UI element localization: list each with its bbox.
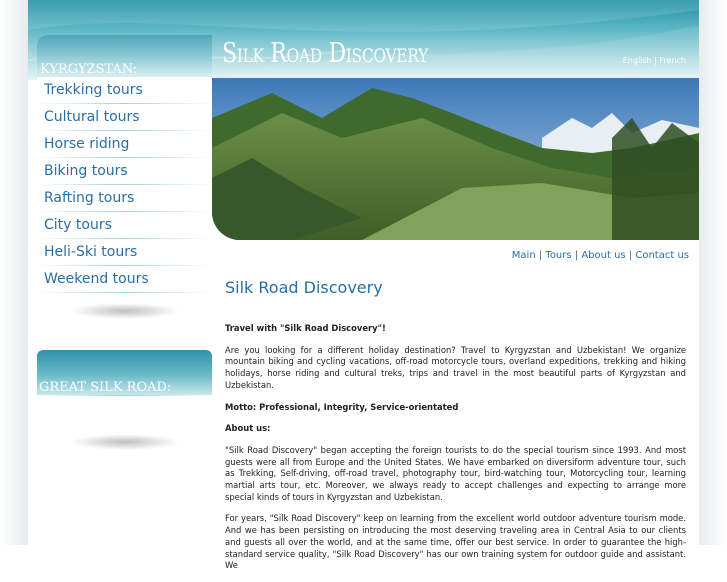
- sidebar-item-cultural-tours[interactable]: Cultural tours: [37, 104, 212, 131]
- sidebar-tours-menu: KYRGYZSTAN: Trekking tours Cultural tour…: [37, 35, 212, 300]
- site-logo[interactable]: Silk Road Discovery: [222, 38, 428, 69]
- divider: [37, 395, 212, 396]
- lang-english-link[interactable]: English: [623, 56, 652, 65]
- great-silk-road-title[interactable]: GREAT SILK ROAD:: [39, 380, 171, 395]
- main-content: Silk Road Discovery Travel with "Silk Ro…: [225, 278, 686, 582]
- sidebar-item-horse-riding[interactable]: Horse riding: [37, 131, 212, 158]
- language-switcher: English | French: [622, 56, 686, 65]
- about-paragraph-1: "Silk Road Discovery" began accepting th…: [225, 444, 686, 502]
- sidebar-item-city-tours[interactable]: City tours: [37, 212, 212, 239]
- nav-link-main[interactable]: Main: [512, 250, 536, 261]
- sidebar-item-biking-tours[interactable]: Biking tours: [37, 158, 212, 185]
- panel-shadow-decoration: [70, 434, 180, 450]
- nav-link-tours[interactable]: Tours: [545, 250, 571, 261]
- motto: Motto: Professional, Integrity, Service-…: [225, 401, 459, 412]
- sidebar-item-weekend-tours[interactable]: Weekend tours: [37, 266, 212, 293]
- sidebar-item-rafting-tours[interactable]: Rafting tours: [37, 185, 212, 212]
- sidebar-section-header: KYRGYZSTAN:: [37, 35, 212, 77]
- about-paragraph-2: For years, "Silk Road Discovery" keep on…: [225, 513, 686, 571]
- nav-link-about-us[interactable]: About us: [581, 250, 625, 261]
- top-navigation: Main | Tours | About us | Contact us: [511, 250, 689, 261]
- header-landscape-photo: [212, 78, 699, 240]
- great-silk-road-panel: GREAT SILK ROAD:: [37, 350, 212, 435]
- intro-heading: Travel with "Silk Road Discovery"!: [225, 323, 386, 333]
- page-title: Silk Road Discovery: [225, 278, 383, 297]
- page-frame-right: [699, 0, 727, 545]
- menu-shadow-decoration: [70, 303, 180, 319]
- about-heading: About us:: [225, 423, 271, 434]
- sidebar-item-heli-ski-tours[interactable]: Heli-Ski tours: [37, 239, 212, 266]
- great-silk-road-header: GREAT SILK ROAD:: [37, 350, 212, 395]
- intro-paragraph: Are you looking for a different holiday …: [225, 344, 686, 390]
- sidebar-item-trekking-tours[interactable]: Trekking tours: [37, 77, 212, 104]
- sidebar-section-title: KYRGYZSTAN:: [40, 62, 138, 77]
- nav-link-contact-us[interactable]: Contact us: [635, 250, 689, 261]
- lang-french-link[interactable]: French: [659, 56, 686, 65]
- page-frame-left: [0, 0, 28, 545]
